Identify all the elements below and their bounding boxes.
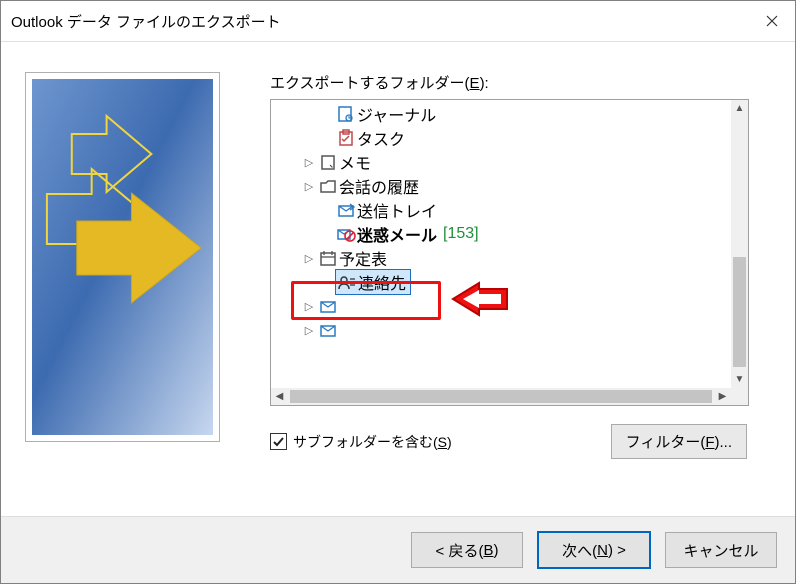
wizard-hero-panel [25, 72, 220, 442]
window-title: Outlook データ ファイルのエクスポート [11, 11, 749, 32]
next-button[interactable]: 次へ(N) > [537, 531, 651, 569]
tree-item-label: 迷惑メール [357, 222, 437, 246]
outbox-icon [335, 201, 357, 219]
tree-item[interactable]: ▷ [271, 294, 748, 318]
mail-icon [317, 297, 339, 315]
include-subfolders-checkbox[interactable] [270, 433, 287, 450]
expand-toggle[interactable]: ▷ [301, 180, 317, 193]
tree-item[interactable]: 送信トレイ [271, 198, 748, 222]
tree-item[interactable]: ▷ 予定表 [271, 246, 748, 270]
close-button[interactable] [749, 1, 795, 41]
folder-icon [317, 177, 339, 195]
item-count-badge: [153] [443, 225, 479, 243]
filter-button[interactable]: フィルター(F)... [611, 424, 747, 459]
folder-tree[interactable]: ジャーナルタスク▷メモ▷会話の履歴送信トレイ迷惑メール[153]▷予定表連絡先▷… [270, 99, 749, 406]
tree-item-label: 予定表 [339, 246, 387, 270]
horizontal-scrollbar[interactable]: ◀ ▶ [271, 388, 731, 405]
tree-item[interactable]: 迷惑メール [153] [271, 222, 748, 246]
calendar-icon [317, 249, 339, 267]
note-icon [317, 153, 339, 171]
tree-item[interactable]: ▷ [271, 318, 748, 342]
journal-icon [335, 105, 357, 123]
contacts-icon [336, 273, 358, 291]
tree-item[interactable]: 連絡先 [271, 270, 748, 294]
scroll-left-button[interactable]: ◀ [271, 388, 288, 405]
tree-item-label: 連絡先 [358, 270, 406, 294]
scroll-thumb-horizontal[interactable] [290, 390, 712, 403]
back-button[interactable]: < 戻る(B) [411, 532, 523, 568]
cancel-button[interactable]: キャンセル [665, 532, 777, 568]
scroll-up-button[interactable]: ▲ [731, 100, 748, 117]
scroll-thumb-vertical[interactable] [733, 257, 746, 367]
titlebar: Outlook データ ファイルのエクスポート [1, 1, 795, 42]
tree-item-label: 会話の履歴 [339, 174, 419, 198]
tree-item-label: 送信トレイ [357, 198, 437, 222]
wizard-hero-image [32, 79, 213, 435]
expand-toggle[interactable]: ▷ [301, 156, 317, 169]
close-icon [766, 15, 778, 27]
tree-item[interactable]: タスク [271, 126, 748, 150]
scroll-down-button[interactable]: ▼ [731, 371, 748, 388]
tree-item[interactable]: ▷ 会話の履歴 [271, 174, 748, 198]
tree-item-label: タスク [357, 126, 405, 150]
include-subfolders-label: サブフォルダーを含む(S) [293, 432, 452, 452]
expand-toggle[interactable]: ▷ [301, 324, 317, 337]
mail-icon [317, 321, 339, 339]
checkmark-icon [272, 435, 285, 448]
task-icon [335, 129, 357, 147]
expand-toggle[interactable]: ▷ [301, 300, 317, 313]
vertical-scrollbar[interactable]: ▲ ▼ [731, 100, 748, 388]
selected-item[interactable]: 連絡先 [335, 269, 411, 295]
tree-item-label: ジャーナル [357, 102, 436, 126]
tree-item-label: メモ [339, 150, 371, 174]
expand-toggle[interactable]: ▷ [301, 252, 317, 265]
export-wizard-window: Outlook データ ファイルのエクスポート [0, 0, 796, 584]
folder-label: エクスポートするフォルダー(E): [270, 72, 771, 93]
scroll-right-button[interactable]: ▶ [714, 388, 731, 405]
folder-selection-area: エクスポートするフォルダー(E): ジャーナルタスク ▷ メモ ▷ 会話の履歴送信トレイ… [270, 72, 771, 459]
junk-icon [335, 225, 357, 243]
scrollbar-corner [731, 388, 748, 405]
wizard-button-bar: < 戻る(B) 次へ(N) > キャンセル [1, 516, 795, 583]
tree-item[interactable]: ▷ メモ [271, 150, 748, 174]
tree-item[interactable]: ジャーナル [271, 102, 748, 126]
